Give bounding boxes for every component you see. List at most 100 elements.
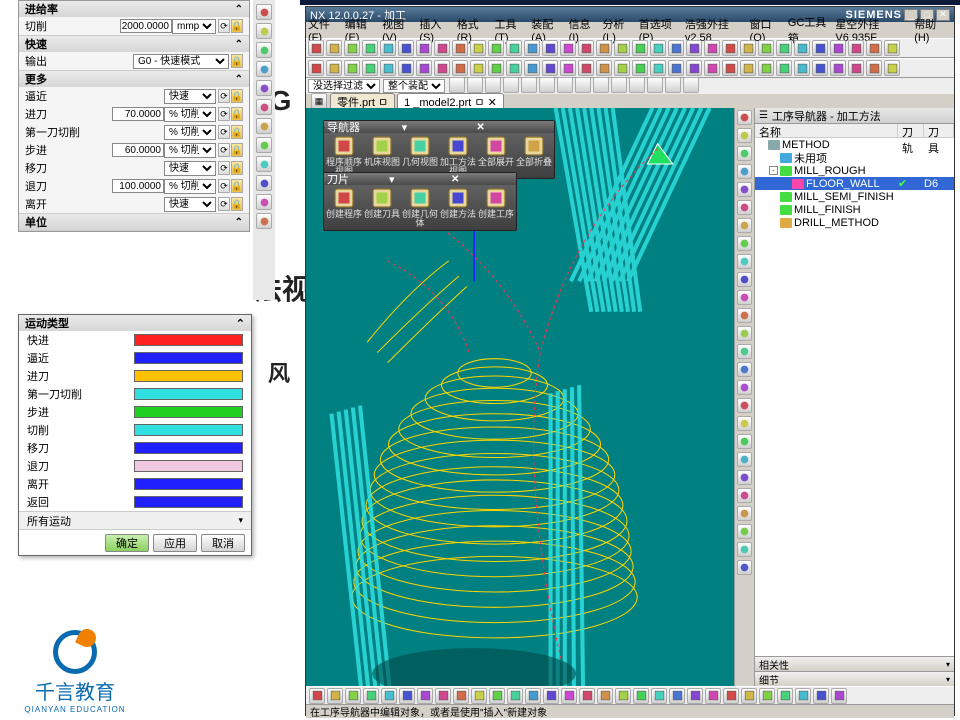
all-motion[interactable]: 所有运动 bbox=[19, 511, 251, 529]
toolbar-button[interactable] bbox=[452, 60, 468, 76]
feed-value[interactable] bbox=[112, 179, 164, 193]
filter-button[interactable] bbox=[593, 77, 609, 93]
toolbar-button[interactable] bbox=[866, 40, 882, 56]
filter-button[interactable] bbox=[503, 77, 519, 93]
toolbar-button[interactable] bbox=[777, 688, 793, 704]
col-tool[interactable]: 刀具 bbox=[924, 124, 954, 137]
strip-button[interactable] bbox=[256, 42, 272, 58]
toolbar-button[interactable] bbox=[363, 688, 379, 704]
toolbar-button[interactable] bbox=[579, 688, 595, 704]
toolbar-button[interactable] bbox=[488, 60, 504, 76]
toolbar-button[interactable] bbox=[416, 40, 432, 56]
feed-unit[interactable]: % 切削 bbox=[164, 107, 216, 122]
toolbar-button[interactable] bbox=[812, 60, 828, 76]
strip-button[interactable] bbox=[737, 182, 752, 197]
toolbar-button[interactable] bbox=[507, 688, 523, 704]
strip-button[interactable] bbox=[737, 236, 752, 251]
filter-button[interactable] bbox=[485, 77, 501, 93]
toolbar-button[interactable] bbox=[776, 40, 792, 56]
calc-icon[interactable]: ⟳ bbox=[218, 197, 230, 211]
toolbar-button[interactable] bbox=[614, 60, 630, 76]
toolbar-button[interactable] bbox=[614, 40, 630, 56]
motion-row[interactable]: 返回 bbox=[19, 493, 251, 511]
toolbar-button[interactable] bbox=[345, 688, 361, 704]
motion-row[interactable]: 切削 bbox=[19, 421, 251, 439]
toolbar-button[interactable] bbox=[506, 60, 522, 76]
strip-button[interactable] bbox=[737, 344, 752, 359]
lock-icon[interactable]: 🔒 bbox=[231, 19, 243, 33]
toolbar-button[interactable] bbox=[759, 688, 775, 704]
toolbar-button[interactable] bbox=[830, 60, 846, 76]
toolbar-button[interactable] bbox=[506, 40, 522, 56]
toolbar-button[interactable] bbox=[309, 688, 325, 704]
output-select[interactable]: G0 - 快速模式 bbox=[133, 54, 229, 69]
toolbar-button[interactable] bbox=[524, 60, 540, 76]
toolbar-button[interactable] bbox=[488, 40, 504, 56]
toolbar-button[interactable] bbox=[489, 688, 505, 704]
toolbar-button[interactable] bbox=[560, 40, 576, 56]
strip-button[interactable] bbox=[737, 290, 752, 305]
tree-row[interactable]: MILL_FINISH bbox=[755, 203, 954, 216]
calc-icon[interactable]: ⟳ bbox=[218, 107, 230, 121]
float-item[interactable]: 创建方法 bbox=[440, 187, 476, 228]
strip-button[interactable] bbox=[737, 452, 752, 467]
lock-icon[interactable]: 🔒 bbox=[231, 54, 243, 68]
toolbar-button[interactable] bbox=[758, 40, 774, 56]
toolbar-button[interactable] bbox=[597, 688, 613, 704]
toolbar-button[interactable] bbox=[650, 60, 666, 76]
float-item[interactable]: 创建刀具 bbox=[364, 187, 400, 228]
navigator-tree[interactable]: METHOD未用项-MILL_ROUGHFLOOR_WALL✔D6MILL_SE… bbox=[755, 138, 954, 656]
float-item[interactable]: 机床视图 bbox=[364, 135, 400, 176]
strip-button[interactable] bbox=[737, 272, 752, 287]
toolbar-button[interactable] bbox=[471, 688, 487, 704]
toolbar-button[interactable] bbox=[704, 40, 720, 56]
tree-row[interactable]: FLOOR_WALL✔D6 bbox=[755, 177, 954, 190]
color-swatch[interactable] bbox=[134, 478, 243, 490]
toolbar-button[interactable] bbox=[398, 60, 414, 76]
toolbar-button[interactable] bbox=[740, 40, 756, 56]
calc-icon[interactable]: ⟳ bbox=[218, 19, 230, 33]
toolbar-button[interactable] bbox=[452, 40, 468, 56]
strip-button[interactable] bbox=[737, 470, 752, 485]
calc-icon[interactable]: ⟳ bbox=[218, 179, 230, 193]
toolbar-button[interactable] bbox=[434, 60, 450, 76]
strip-button[interactable] bbox=[256, 23, 272, 39]
motion-row[interactable]: 步进 bbox=[19, 403, 251, 421]
toolbar-button[interactable] bbox=[758, 60, 774, 76]
float-pin-icon[interactable]: ▾ bbox=[389, 173, 451, 186]
filter-button[interactable] bbox=[683, 77, 699, 93]
toolbar-button[interactable] bbox=[416, 60, 432, 76]
toolbar-button[interactable] bbox=[542, 40, 558, 56]
strip-button[interactable] bbox=[737, 200, 752, 215]
toolbar-button[interactable] bbox=[704, 60, 720, 76]
dependency-section[interactable]: 相关性 bbox=[755, 656, 954, 671]
calc-icon[interactable]: ⟳ bbox=[218, 161, 230, 175]
toolbar-button[interactable] bbox=[686, 40, 702, 56]
strip-button[interactable] bbox=[256, 137, 272, 153]
toolbar-button[interactable] bbox=[399, 688, 415, 704]
toolbar-button[interactable] bbox=[543, 688, 559, 704]
filter-button[interactable] bbox=[647, 77, 663, 93]
toolbar-button[interactable] bbox=[632, 60, 648, 76]
col-name[interactable]: 名称 bbox=[755, 124, 898, 137]
toolbar-button[interactable] bbox=[813, 688, 829, 704]
strip-button[interactable] bbox=[737, 416, 752, 431]
strip-button[interactable] bbox=[737, 164, 752, 179]
toolbar-button[interactable] bbox=[327, 688, 343, 704]
float-pin-icon[interactable]: ▾ bbox=[402, 121, 477, 134]
toolbar-button[interactable] bbox=[344, 60, 360, 76]
feed-unit[interactable]: % 切削 bbox=[164, 179, 216, 194]
strip-button[interactable] bbox=[256, 118, 272, 134]
motion-title[interactable]: 运动类型 bbox=[19, 315, 251, 331]
feed-value[interactable] bbox=[112, 143, 164, 157]
toolbar-button[interactable] bbox=[723, 688, 739, 704]
cancel-button[interactable]: 取消 bbox=[201, 534, 245, 552]
toolbar-button[interactable] bbox=[831, 688, 847, 704]
lock-icon[interactable]: 🔒 bbox=[231, 107, 243, 121]
feed-unit[interactable]: 快速 bbox=[164, 161, 216, 176]
feed-unit[interactable]: % 切削 bbox=[164, 143, 216, 158]
strip-button[interactable] bbox=[256, 156, 272, 172]
tree-row[interactable]: -MILL_ROUGH bbox=[755, 164, 954, 177]
strip-button[interactable] bbox=[256, 213, 272, 229]
strip-button[interactable] bbox=[737, 110, 752, 125]
